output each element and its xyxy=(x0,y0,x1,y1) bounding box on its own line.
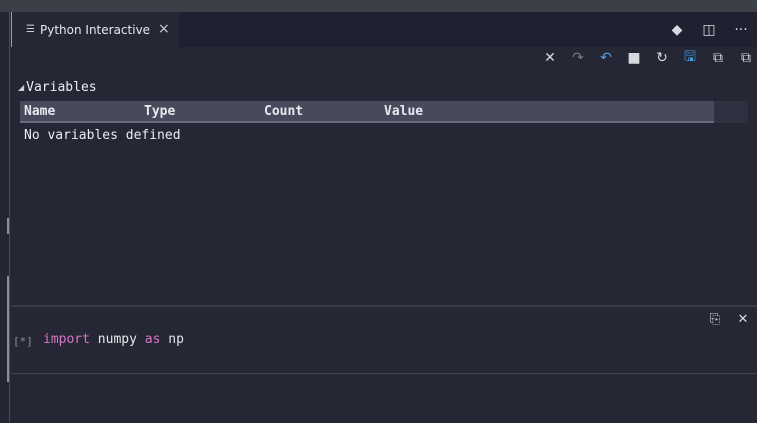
column-type[interactable]: Type xyxy=(144,104,175,119)
window-top-strip xyxy=(0,0,757,12)
gutter-marker xyxy=(0,218,9,234)
split-editor-icon[interactable]: ◫ xyxy=(699,20,719,40)
variables-grid-header: Name Type Count Value xyxy=(20,101,748,123)
close-icon[interactable]: × xyxy=(158,21,170,37)
undo-icon[interactable]: ↶ xyxy=(596,48,616,68)
variables-title: Variables xyxy=(26,80,97,95)
column-value[interactable]: Value xyxy=(384,104,423,119)
cell-actions: ⎘ ✕ xyxy=(707,311,751,327)
panel-divider[interactable] xyxy=(11,305,757,307)
code-text: numpy xyxy=(89,332,145,347)
code-text: np xyxy=(160,332,184,347)
editor-tab-bar: ☰ Python Interactive × ◆ ◫ ··· xyxy=(11,12,757,47)
grid-header-scroll-gutter xyxy=(714,101,748,123)
restart-icon[interactable]: ↻ xyxy=(652,48,672,68)
code-cell[interactable]: [*] import numpy as np xyxy=(11,330,757,354)
interactive-toolbar: ✕ ↷ ↶ ■ ↻ 🖫 ⧉ ⧉ xyxy=(540,48,756,68)
column-count[interactable]: Count xyxy=(264,104,303,119)
git-compare-icon[interactable]: ◆ xyxy=(667,20,687,40)
column-name[interactable]: Name xyxy=(24,104,55,119)
gutter-marker xyxy=(0,276,9,382)
tab-label: Python Interactive xyxy=(40,22,151,37)
expand-all-icon[interactable]: ⧉ xyxy=(708,48,728,68)
collapse-triangle-icon[interactable]: ◢ xyxy=(18,83,24,92)
no-variables-message: No variables defined xyxy=(24,128,181,143)
input-divider xyxy=(11,373,757,374)
copy-code-icon[interactable]: ⎘ xyxy=(707,311,723,327)
code-keyword: import xyxy=(43,332,90,347)
collapse-all-icon[interactable]: ⧉ xyxy=(736,48,756,68)
tab-actions: ◆ ◫ ··· xyxy=(667,12,751,47)
delete-cell-icon[interactable]: ✕ xyxy=(735,311,751,327)
variables-header[interactable]: ◢ Variables xyxy=(18,80,97,95)
lines-icon: ☰ xyxy=(26,23,35,35)
interrupt-icon[interactable]: ■ xyxy=(624,48,644,68)
save-icon[interactable]: 🖫 xyxy=(680,48,700,68)
redo-icon[interactable]: ↷ xyxy=(568,48,588,68)
more-actions-icon[interactable]: ··· xyxy=(731,20,751,40)
clear-all-icon[interactable]: ✕ xyxy=(540,48,560,68)
execution-count: [*] xyxy=(13,335,33,348)
tab-python-interactive[interactable]: ☰ Python Interactive × xyxy=(11,12,179,47)
cell-code: import numpy as np xyxy=(43,332,184,347)
code-keyword: as xyxy=(144,332,161,347)
